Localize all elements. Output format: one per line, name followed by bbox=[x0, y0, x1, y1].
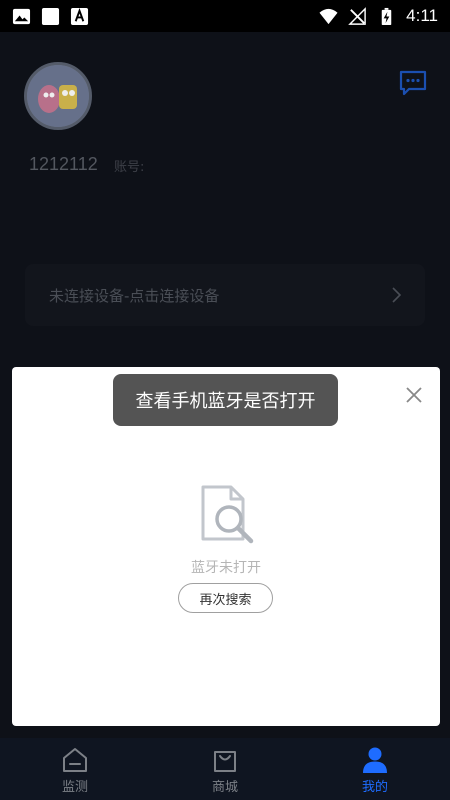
nav-label-monitor: 监测 bbox=[61, 780, 88, 795]
close-icon[interactable] bbox=[404, 385, 424, 405]
font-icon bbox=[70, 7, 89, 25]
shopping-bag-icon bbox=[214, 751, 236, 772]
nav-item-mine[interactable]: 我的 bbox=[300, 738, 450, 800]
avatar[interactable] bbox=[24, 62, 92, 130]
person-icon bbox=[363, 747, 387, 773]
nav-label-shop: 商城 bbox=[211, 780, 238, 795]
nav-item-monitor[interactable]: 监测 bbox=[0, 738, 150, 800]
toast-message: 查看手机蓝牙是否打开 bbox=[113, 374, 338, 426]
document-search-icon bbox=[201, 485, 254, 544]
account-label: 账号: bbox=[114, 160, 145, 175]
search-again-button[interactable]: 再次搜索 bbox=[178, 583, 273, 613]
square-icon bbox=[41, 7, 60, 25]
connect-device-text: 未连接设备-点击连接设备 bbox=[49, 286, 220, 305]
no-signal-icon bbox=[348, 6, 366, 25]
battery-charging-icon bbox=[381, 7, 392, 25]
nav-item-shop[interactable]: 商城 bbox=[150, 738, 300, 800]
bluetooth-status-text: 蓝牙未打开 bbox=[191, 560, 261, 576]
image-icon bbox=[12, 8, 31, 24]
monitor-icon bbox=[63, 748, 87, 772]
connect-device-card[interactable]: 未连接设备-点击连接设备 bbox=[25, 264, 425, 326]
wifi-icon bbox=[319, 8, 338, 24]
status-bar: 4:11 bbox=[0, 0, 450, 32]
nav-label-mine: 我的 bbox=[361, 780, 388, 795]
bottom-nav: 监测 商城 我的 bbox=[0, 738, 450, 800]
chevron-right-icon bbox=[392, 287, 401, 303]
status-time: 4:11 bbox=[406, 6, 438, 25]
avatar-image bbox=[27, 65, 89, 127]
message-icon[interactable] bbox=[399, 70, 427, 96]
user-id: 1212112 bbox=[29, 154, 98, 174]
